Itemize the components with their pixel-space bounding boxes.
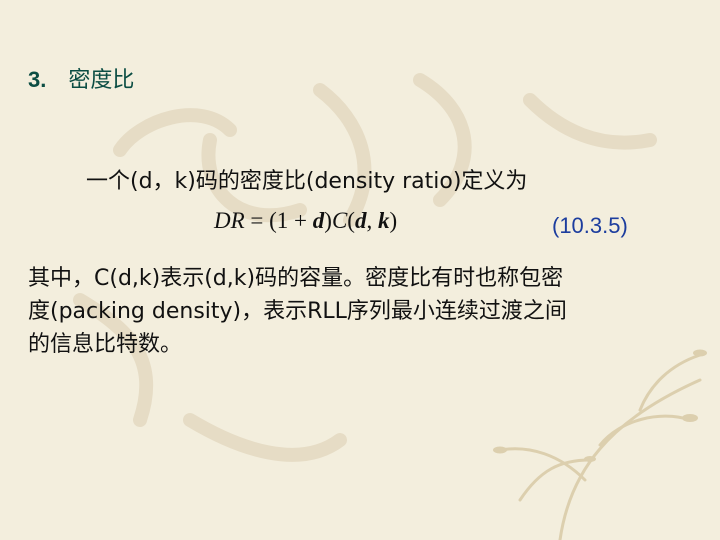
formula-args-close: )	[389, 208, 398, 233]
paragraph-line-2: 度(packing density)，表示RLL序列最小连续过渡之间	[28, 299, 567, 324]
section-title: 密度比	[68, 68, 135, 93]
equation-number: (10.3.5)	[552, 213, 628, 238]
formula-args-open: (	[347, 208, 355, 233]
formula-arg-d: d	[354, 208, 367, 233]
section-number: 3.	[28, 67, 47, 92]
density-ratio-formula: DR = (1 + d)C(d, k)	[214, 208, 397, 234]
explanation-paragraph: 其中，C(d,k)表示(d,k)码的容量。密度比有时也称包密 度(packing…	[28, 262, 700, 361]
formula-d: d	[312, 208, 325, 233]
formula-comma: ,	[366, 208, 378, 233]
paragraph-line-3: 的信息比特数。	[28, 332, 183, 357]
formula-arg-k: k	[377, 208, 390, 233]
formula-eq: = (1 +	[244, 208, 313, 233]
paragraph-line-1: 其中，C(d,k)表示(d,k)码的容量。密度比有时也称包密	[28, 266, 564, 291]
formula-c: C	[331, 208, 348, 233]
formula-lhs: DR	[214, 208, 245, 233]
formula-close: )	[324, 208, 332, 233]
section-heading: 3. 密度比	[28, 62, 134, 94]
definition-intro: 一个(d，k)码的密度比(density ratio)定义为	[86, 169, 528, 194]
